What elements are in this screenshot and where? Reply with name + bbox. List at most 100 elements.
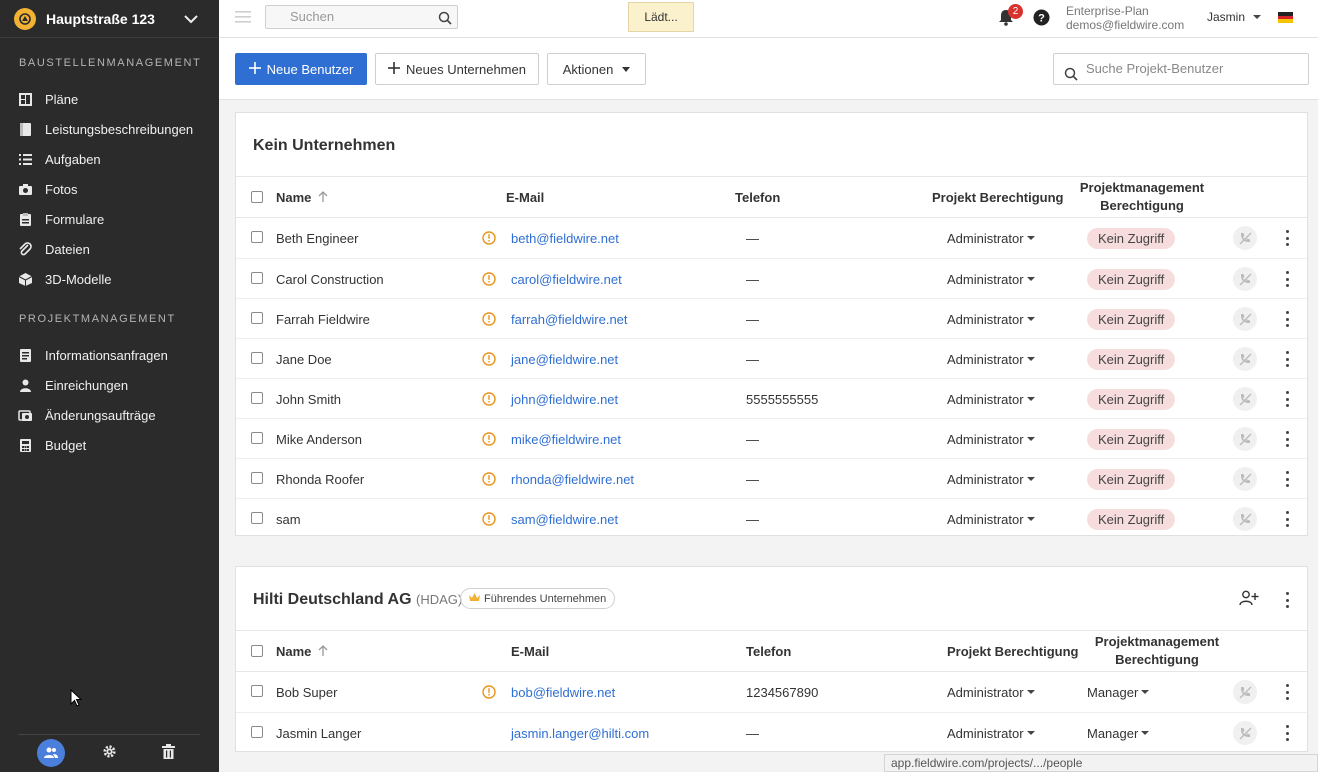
search-input[interactable]: Suchen	[265, 5, 458, 29]
chevron-down-icon[interactable]	[183, 11, 199, 30]
row-checkbox[interactable]	[251, 231, 263, 243]
no-access-badge[interactable]: Kein Zugriff	[1087, 428, 1176, 450]
row-more-menu[interactable]	[1285, 725, 1289, 741]
no-phone-icon[interactable]	[1233, 267, 1257, 291]
row-checkbox[interactable]	[251, 312, 263, 324]
table-row[interactable]: Rhonda Roofer rhonda@fieldwire.net — Admini…	[236, 458, 1307, 498]
user-email[interactable]: farrah@fieldwire.net	[511, 299, 628, 339]
warning-icon[interactable]	[482, 685, 496, 702]
warning-icon[interactable]	[482, 512, 496, 529]
no-phone-icon[interactable]	[1233, 307, 1257, 331]
sidebar-item-files[interactable]: Dateien	[18, 238, 208, 260]
table-row[interactable]: Beth Engineer beth@fieldwire.net — Administ…	[236, 218, 1307, 258]
column-header-pm-permission[interactable]: Projektmanagement Berechtigung	[1072, 179, 1212, 215]
row-more-menu[interactable]	[1285, 230, 1289, 246]
permission-dropdown[interactable]: Administrator	[947, 259, 1035, 299]
pm-permission-dropdown[interactable]: Manager	[1087, 713, 1150, 753]
user-menu[interactable]: Jasmin	[1207, 10, 1262, 24]
pm-permission-dropdown[interactable]: Kein Zugriff	[1087, 379, 1176, 419]
settings-button[interactable]	[100, 740, 118, 766]
help-icon[interactable]: ?	[1033, 9, 1050, 29]
no-phone-icon[interactable]	[1233, 721, 1257, 745]
user-name[interactable]: Beth Engineer	[276, 218, 358, 258]
column-header-email[interactable]: E-Mail	[506, 190, 544, 205]
no-phone-icon[interactable]	[1233, 427, 1257, 451]
search-project-users-input[interactable]: Suche Projekt-Benutzer	[1053, 53, 1309, 85]
user-email[interactable]: sam@fieldwire.net	[511, 499, 618, 539]
column-header-name[interactable]: Name	[276, 190, 328, 205]
row-more-menu[interactable]	[1285, 684, 1289, 700]
user-name[interactable]: John Smith	[276, 379, 341, 419]
pm-permission-dropdown[interactable]: Kein Zugriff	[1087, 259, 1176, 299]
no-access-badge[interactable]: Kein Zugriff	[1087, 308, 1176, 330]
warning-icon[interactable]	[482, 472, 496, 489]
menu-icon[interactable]	[235, 11, 251, 26]
sidebar-item-plans[interactable]: Pläne	[18, 88, 208, 110]
permission-dropdown[interactable]: Administrator	[947, 218, 1035, 258]
column-header-name[interactable]: Name	[276, 644, 328, 659]
user-email[interactable]: bob@fieldwire.net	[511, 672, 615, 712]
pm-permission-dropdown[interactable]: Kein Zugriff	[1087, 499, 1176, 539]
table-row[interactable]: sam sam@fieldwire.net — Administrator Kein Z…	[236, 498, 1307, 538]
warning-icon[interactable]	[482, 272, 496, 289]
sidebar-item-3d-models[interactable]: 3D-Modelle	[18, 268, 208, 290]
column-header-phone[interactable]: Telefon	[735, 190, 780, 205]
user-name[interactable]: Rhonda Roofer	[276, 459, 364, 499]
people-button[interactable]	[37, 739, 65, 767]
row-more-menu[interactable]	[1285, 351, 1289, 367]
no-phone-icon[interactable]	[1233, 347, 1257, 371]
select-all-checkbox[interactable]	[251, 191, 263, 203]
new-company-button[interactable]: Neues Unternehmen	[375, 53, 539, 85]
project-selector[interactable]: Hauptstraße 123	[0, 0, 219, 38]
warning-icon[interactable]	[482, 231, 496, 248]
sidebar-item-change-orders[interactable]: Änderungsaufträge	[18, 404, 208, 426]
row-checkbox[interactable]	[251, 726, 263, 738]
user-name[interactable]: Carol Construction	[276, 259, 384, 299]
sidebar-item-specifications[interactable]: Leistungsbeschreibungen	[18, 118, 208, 140]
select-all-checkbox[interactable]	[251, 645, 263, 657]
user-name[interactable]: Jane Doe	[276, 339, 332, 379]
sidebar-item-rfi[interactable]: Informationsanfragen	[18, 344, 208, 366]
no-phone-icon[interactable]	[1233, 680, 1257, 704]
warning-icon[interactable]	[482, 432, 496, 449]
german-flag-icon[interactable]	[1278, 12, 1293, 24]
column-header-permission[interactable]: Projekt Berechtigung	[947, 644, 1078, 659]
user-email[interactable]: beth@fieldwire.net	[511, 218, 619, 258]
no-phone-icon[interactable]	[1233, 507, 1257, 531]
actions-dropdown[interactable]: Aktionen	[547, 53, 646, 85]
user-name[interactable]: Jasmin Langer	[276, 713, 361, 753]
user-name[interactable]: Bob Super	[276, 672, 337, 712]
permission-dropdown[interactable]: Administrator	[947, 459, 1035, 499]
row-more-menu[interactable]	[1285, 431, 1289, 447]
pm-permission-dropdown[interactable]: Manager	[1087, 672, 1150, 712]
row-checkbox[interactable]	[251, 352, 263, 364]
pm-permission-dropdown[interactable]: Kein Zugriff	[1087, 459, 1176, 499]
user-email[interactable]: carol@fieldwire.net	[511, 259, 622, 299]
no-phone-icon[interactable]	[1233, 467, 1257, 491]
no-phone-icon[interactable]	[1233, 226, 1257, 250]
user-email[interactable]: john@fieldwire.net	[511, 379, 618, 419]
user-email[interactable]: mike@fieldwire.net	[511, 419, 621, 459]
company-more-menu[interactable]	[1285, 592, 1289, 608]
column-header-permission[interactable]: Projekt Berechtigung	[932, 190, 1063, 205]
column-header-pm-permission[interactable]: Projektmanagement Berechtigung	[1087, 633, 1227, 669]
sidebar-item-budget[interactable]: Budget	[18, 434, 208, 456]
row-more-menu[interactable]	[1285, 271, 1289, 287]
row-more-menu[interactable]	[1285, 311, 1289, 327]
table-row[interactable]: Bob Super bob@fieldwire.net 1234567890 Admi…	[236, 672, 1307, 712]
no-access-badge[interactable]: Kein Zugriff	[1087, 348, 1176, 370]
permission-dropdown[interactable]: Administrator	[947, 379, 1035, 419]
pm-permission-dropdown[interactable]: Kein Zugriff	[1087, 339, 1176, 379]
user-email[interactable]: jane@fieldwire.net	[511, 339, 618, 379]
sidebar-item-photos[interactable]: Fotos	[18, 178, 208, 200]
pm-permission-dropdown[interactable]: Kein Zugriff	[1087, 218, 1176, 258]
row-checkbox[interactable]	[251, 512, 263, 524]
row-checkbox[interactable]	[251, 685, 263, 697]
permission-dropdown[interactable]: Administrator	[947, 713, 1035, 753]
pm-permission-dropdown[interactable]: Kein Zugriff	[1087, 299, 1176, 339]
table-row[interactable]: Farrah Fieldwire farrah@fieldwire.net — Adm…	[236, 298, 1307, 338]
no-access-badge[interactable]: Kein Zugriff	[1087, 468, 1176, 490]
search-icon[interactable]	[438, 10, 452, 32]
sidebar-item-forms[interactable]: Formulare	[18, 208, 208, 230]
warning-icon[interactable]	[482, 352, 496, 369]
